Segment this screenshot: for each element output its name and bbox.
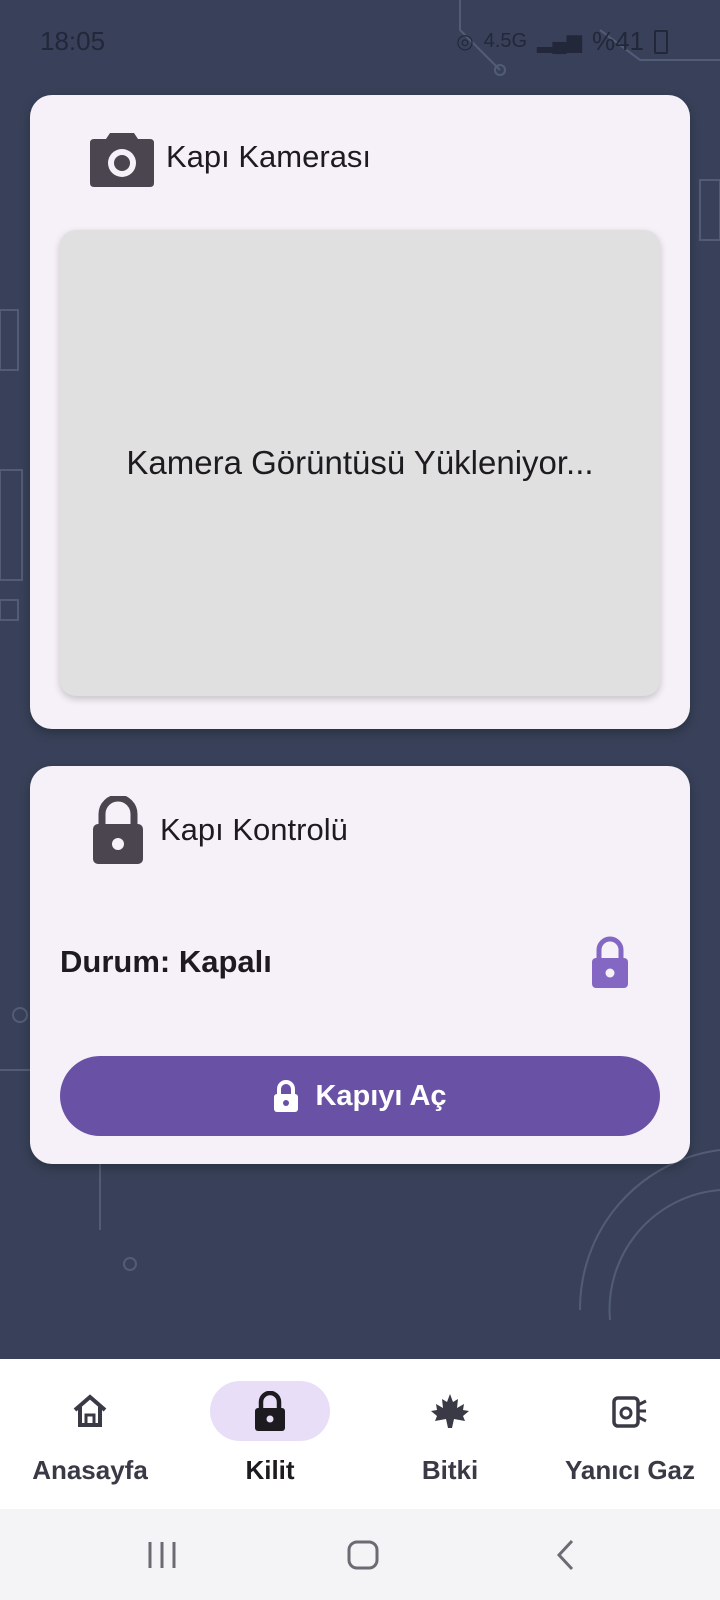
door-control-card: Kapı Kontrolü Durum: Kapalı Kapıyı Aç xyxy=(30,766,690,1164)
nav-item-bitki[interactable]: Bitki xyxy=(360,1359,540,1509)
camera-view: Kamera Görüntüsü Yükleniyor... xyxy=(60,230,660,696)
signal-icon: ▂▄▆ xyxy=(537,31,582,53)
door-status-row: Durum: Kapalı xyxy=(60,936,660,996)
nav-label: Anasayfa xyxy=(32,1455,148,1485)
nav-icon-container xyxy=(570,1381,690,1441)
door-status-text: Durum: Kapalı xyxy=(60,944,272,979)
nav-label: Yanıcı Gaz xyxy=(564,1455,696,1485)
lock-icon xyxy=(93,796,143,864)
lock-icon xyxy=(255,1391,285,1431)
back-system-button[interactable] xyxy=(536,1535,596,1575)
status-time: 18:05 xyxy=(40,26,106,56)
bottom-navigation: Anasayfa Kilit Bitki Yanıcı Gaz xyxy=(0,1359,720,1509)
gas-icon xyxy=(612,1396,647,1428)
recent-apps-icon xyxy=(148,1542,176,1568)
camera-card: Kapı Kamerası Kamera Görüntüsü Yükleniyo… xyxy=(30,95,690,729)
camera-card-header: Kapı Kamerası xyxy=(90,127,371,187)
camera-card-title: Kapı Kamerası xyxy=(166,139,372,174)
camera-loading-text: Kamera Görüntüsü Yükleniyor... xyxy=(126,444,594,481)
nav-icon-container xyxy=(210,1381,330,1441)
home-system-button[interactable] xyxy=(333,1535,393,1575)
nav-label: Bitki xyxy=(421,1455,479,1485)
lock-button-icon xyxy=(274,1080,299,1112)
nav-item-yanici-gaz[interactable]: Yanıcı Gaz xyxy=(540,1359,720,1509)
status-bar: 18:05 ◎ 4.5G ▂▄▆ %41 xyxy=(0,0,720,84)
system-navigation-bar xyxy=(0,1509,720,1600)
battery-percent: %41 xyxy=(591,26,644,56)
open-door-button[interactable]: Kapıyı Aç xyxy=(60,1056,660,1136)
nav-item-kilit[interactable]: Kilit xyxy=(180,1359,360,1509)
recent-apps-button[interactable] xyxy=(132,1535,192,1575)
lock-closed-icon xyxy=(592,936,628,988)
hotspot-icon: ◎ xyxy=(456,31,474,53)
camera-icon xyxy=(90,133,154,187)
home-icon xyxy=(73,1394,107,1427)
control-card-title: Kapı Kontrolü xyxy=(160,812,348,847)
nav-icon-container xyxy=(390,1381,510,1441)
battery-icon xyxy=(654,29,668,54)
control-card-header: Kapı Kontrolü xyxy=(90,796,348,864)
open-door-label: Kapıyı Aç xyxy=(315,1079,447,1112)
nav-item-anasayfa[interactable]: Anasayfa xyxy=(0,1359,180,1509)
leaf-icon xyxy=(431,1394,469,1428)
nav-label: Kilit xyxy=(245,1455,295,1485)
network-type-icon: 4.5G xyxy=(483,30,528,52)
back-icon xyxy=(556,1539,574,1571)
nav-icon-container xyxy=(30,1381,150,1441)
home-button-icon xyxy=(347,1540,379,1570)
status-icons: ◎ 4.5G ▂▄▆ %41 xyxy=(456,26,668,57)
